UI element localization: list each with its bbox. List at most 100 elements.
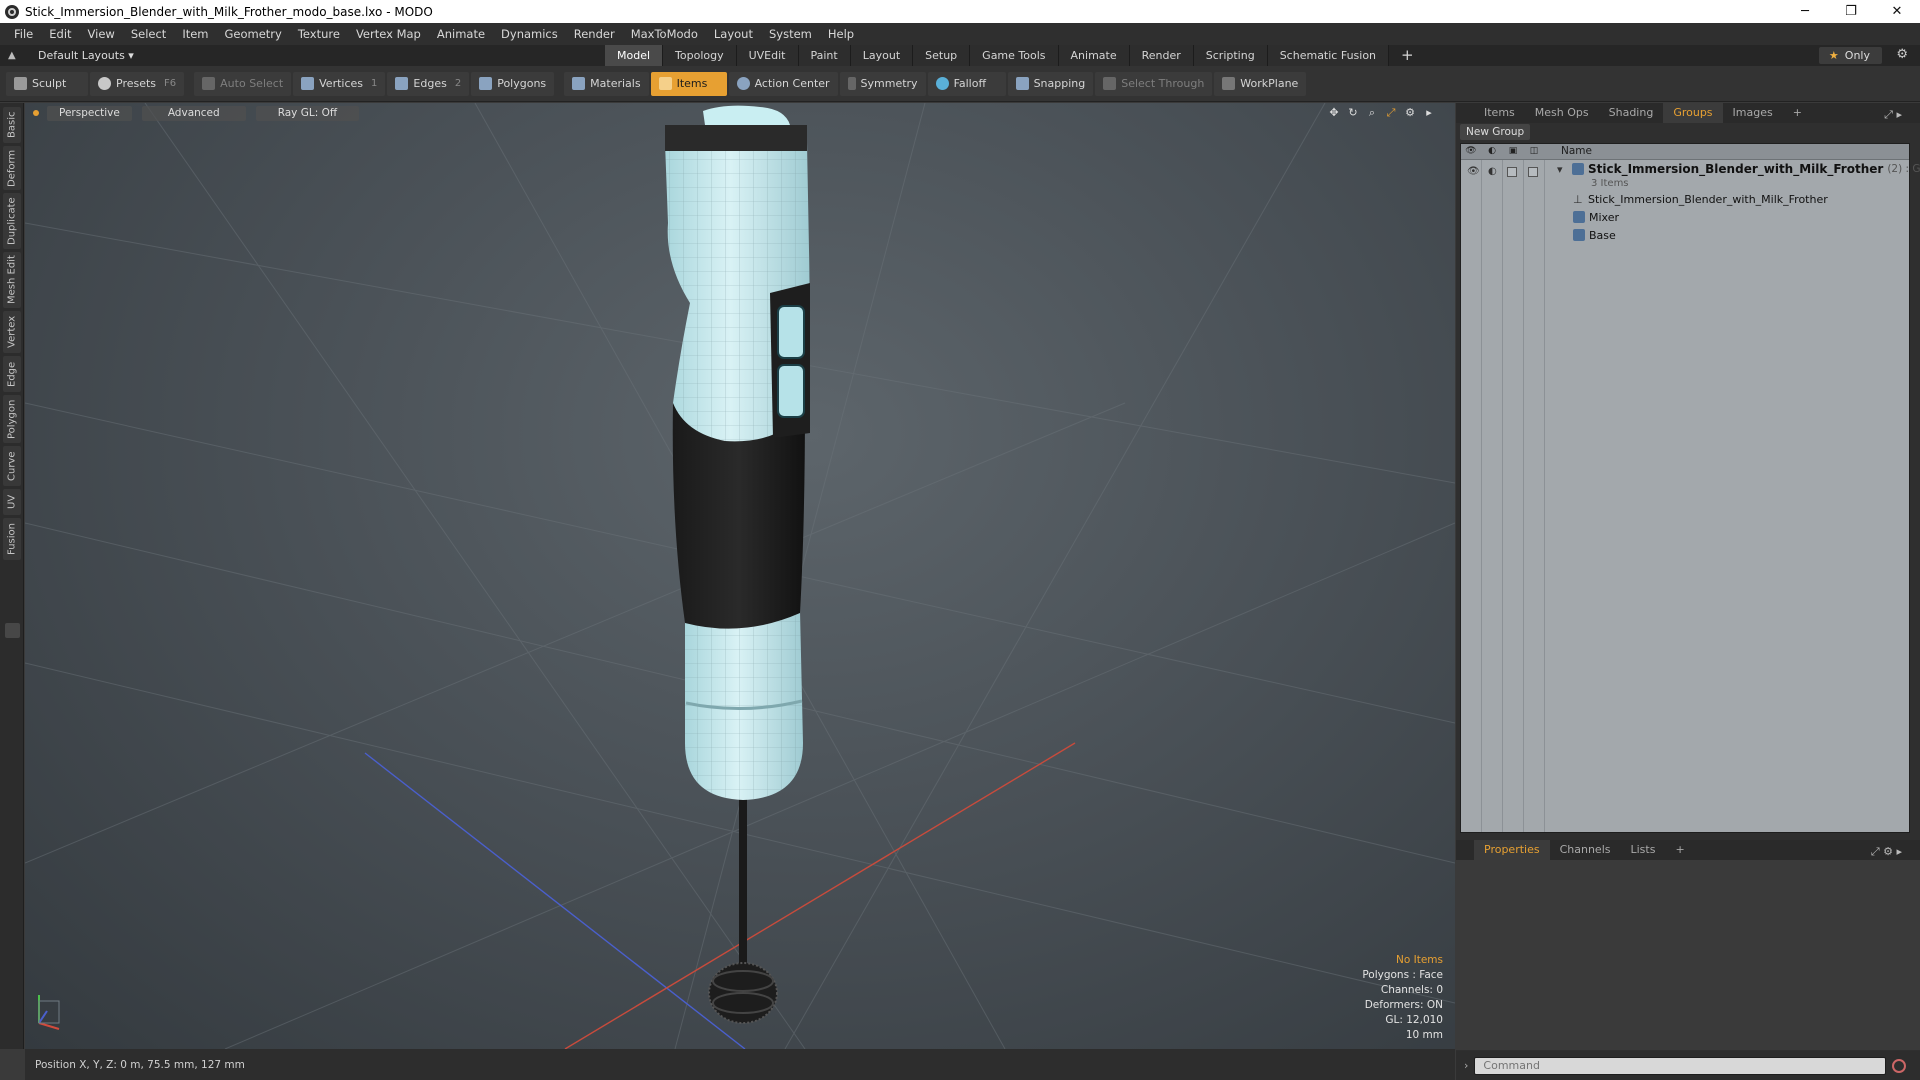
menu-edit[interactable]: Edit (41, 27, 79, 41)
tab-images[interactable]: Images (1723, 103, 1783, 123)
tab-groups[interactable]: Groups (1663, 103, 1723, 123)
layout-selector[interactable]: Default Layouts ▾ (38, 49, 134, 62)
tab-shading[interactable]: Shading (1599, 103, 1664, 123)
polygons-button[interactable]: Polygons (471, 71, 555, 96)
properties-expand-icon[interactable]: ⤢ ⚙ ▸ (1861, 842, 1912, 862)
tab-topology[interactable]: Topology (663, 45, 737, 66)
tab-mesh-edit[interactable]: Mesh Edit (3, 252, 21, 308)
select-through-button[interactable]: Select Through (1095, 71, 1213, 96)
visibility-column-icon[interactable]: 👁 (1465, 146, 1477, 158)
restore-button[interactable]: ❐ (1828, 0, 1874, 23)
command-history-icon[interactable]: › (1464, 1059, 1468, 1072)
group-visibility-icon[interactable]: 👁 (1467, 166, 1480, 177)
new-group-button[interactable]: New Group (1460, 124, 1531, 140)
viewport-expand-icon[interactable]: ▸ (1421, 106, 1437, 120)
group-render-icon[interactable]: ◐ (1488, 166, 1497, 177)
fit-view-icon[interactable]: ⤢ (1383, 106, 1399, 120)
workplane-button[interactable]: WorkPlane (1214, 71, 1307, 96)
menu-dynamics[interactable]: Dynamics (493, 27, 566, 41)
tab-basic[interactable]: Basic (3, 107, 21, 143)
gear-icon[interactable]: ⚙ (1896, 47, 1908, 62)
add-properties-tab-button[interactable]: + (1665, 840, 1694, 860)
menu-maxtomodo[interactable]: MaxToModo (623, 27, 706, 41)
tab-game-tools[interactable]: Game Tools (970, 45, 1059, 66)
tab-curve[interactable]: Curve (3, 446, 21, 486)
add-panel-tab-button[interactable]: + (1783, 103, 1812, 123)
symmetry-button[interactable]: Symmetry (839, 71, 926, 96)
raygl-button[interactable]: Ray GL: Off (255, 105, 360, 121)
menu-file[interactable]: File (6, 27, 41, 41)
tab-animate[interactable]: Animate (1058, 45, 1130, 66)
layout-collapse-icon[interactable]: ▲ (8, 50, 22, 61)
auto-select-button[interactable]: Auto Select (194, 71, 292, 96)
tab-render[interactable]: Render (1129, 45, 1194, 66)
materials-button[interactable]: Materials (564, 71, 649, 96)
add-tab-button[interactable]: + (1389, 45, 1426, 66)
shading-mode-button[interactable]: Advanced (141, 105, 246, 121)
tab-deform[interactable]: Deform (3, 146, 21, 190)
tab-properties[interactable]: Properties (1474, 840, 1550, 860)
tab-channels[interactable]: Channels (1550, 840, 1621, 860)
items-button[interactable]: Items (650, 71, 727, 96)
tab-scripting[interactable]: Scripting (1193, 45, 1268, 66)
collapse-arrow-icon[interactable]: ▾ (1557, 164, 1568, 175)
tree-item-mixer[interactable]: Mixer (1573, 208, 1619, 226)
group-lock-checkbox[interactable] (1507, 167, 1517, 177)
viewport-menu-dot[interactable] (33, 110, 39, 116)
tab-polygon[interactable]: Polygon (3, 395, 21, 443)
sculpt-button[interactable]: Sculpt (6, 71, 88, 96)
menu-select[interactable]: Select (123, 27, 174, 41)
tab-vertex[interactable]: Vertex (3, 311, 21, 353)
viewport-settings-icon[interactable]: ⚙ (1402, 106, 1418, 120)
tab-uv[interactable]: UV (3, 489, 21, 515)
zoom-icon[interactable]: ⌕ (1364, 106, 1380, 120)
tab-items[interactable]: Items (1474, 103, 1525, 123)
tab-mesh-ops[interactable]: Mesh Ops (1525, 103, 1599, 123)
snapping-button[interactable]: Snapping (1007, 71, 1094, 96)
tab-duplicate[interactable]: Duplicate (3, 193, 21, 249)
tab-edge[interactable]: Edge (3, 356, 21, 392)
render-column-icon[interactable]: ◐ (1486, 146, 1498, 158)
menu-geometry[interactable]: Geometry (217, 27, 290, 41)
tab-fusion[interactable]: Fusion (3, 518, 21, 560)
rotate-icon[interactable]: ↻ (1345, 106, 1361, 120)
presets-button[interactable]: Presets F6 (90, 71, 185, 96)
name-column-header[interactable]: Name (1561, 145, 1592, 157)
action-center-button[interactable]: Action Center (728, 71, 838, 96)
z-axis-line (364, 752, 746, 1049)
pan-icon[interactable]: ✥ (1326, 106, 1342, 120)
panel-expand-icon[interactable]: ⤢ ▸ (1874, 105, 1912, 125)
tab-schematic-fusion[interactable]: Schematic Fusion (1267, 45, 1390, 66)
minimize-button[interactable]: ─ (1782, 0, 1828, 23)
menu-view[interactable]: View (80, 27, 123, 41)
menu-vertex-map[interactable]: Vertex Map (348, 27, 429, 41)
command-status-icon[interactable] (1892, 1058, 1907, 1073)
view-type-button[interactable]: Perspective (47, 105, 132, 121)
tab-uvedit[interactable]: UVEdit (736, 45, 799, 66)
menu-item[interactable]: Item (174, 27, 216, 41)
falloff-button[interactable]: Falloff (927, 71, 1006, 96)
tree-item-base[interactable]: Base (1573, 226, 1616, 244)
tree-item-mesh[interactable]: ⊥ Stick_Immersion_Blender_with_Milk_Frot… (1573, 190, 1828, 208)
panel-toggle-button[interactable] (5, 623, 20, 638)
only-button[interactable]: ★ Only (1818, 47, 1882, 64)
3d-viewport[interactable]: Perspective Advanced Ray GL: Off ✥ ↻ ⌕ ⤢… (25, 103, 1455, 1049)
edges-button[interactable]: Edges 2 (387, 71, 470, 96)
vertices-button[interactable]: Vertices 1 (293, 71, 386, 96)
group-select-checkbox[interactable] (1528, 167, 1538, 177)
lock-column-icon[interactable]: ▣ (1507, 146, 1519, 158)
menu-system[interactable]: System (761, 27, 820, 41)
tab-model[interactable]: Model (605, 45, 664, 66)
menu-texture[interactable]: Texture (290, 27, 348, 41)
menu-animate[interactable]: Animate (429, 27, 493, 41)
menu-layout[interactable]: Layout (706, 27, 761, 41)
tab-setup[interactable]: Setup (913, 45, 971, 66)
menu-help[interactable]: Help (820, 27, 862, 41)
close-button[interactable]: ✕ (1874, 0, 1920, 23)
tab-lists[interactable]: Lists (1621, 840, 1666, 860)
select-column-icon[interactable]: ◫ (1528, 146, 1540, 158)
menu-render[interactable]: Render (566, 27, 623, 41)
tab-layout[interactable]: Layout (850, 45, 914, 66)
command-input[interactable] (1474, 1056, 1887, 1075)
tab-paint[interactable]: Paint (798, 45, 851, 66)
